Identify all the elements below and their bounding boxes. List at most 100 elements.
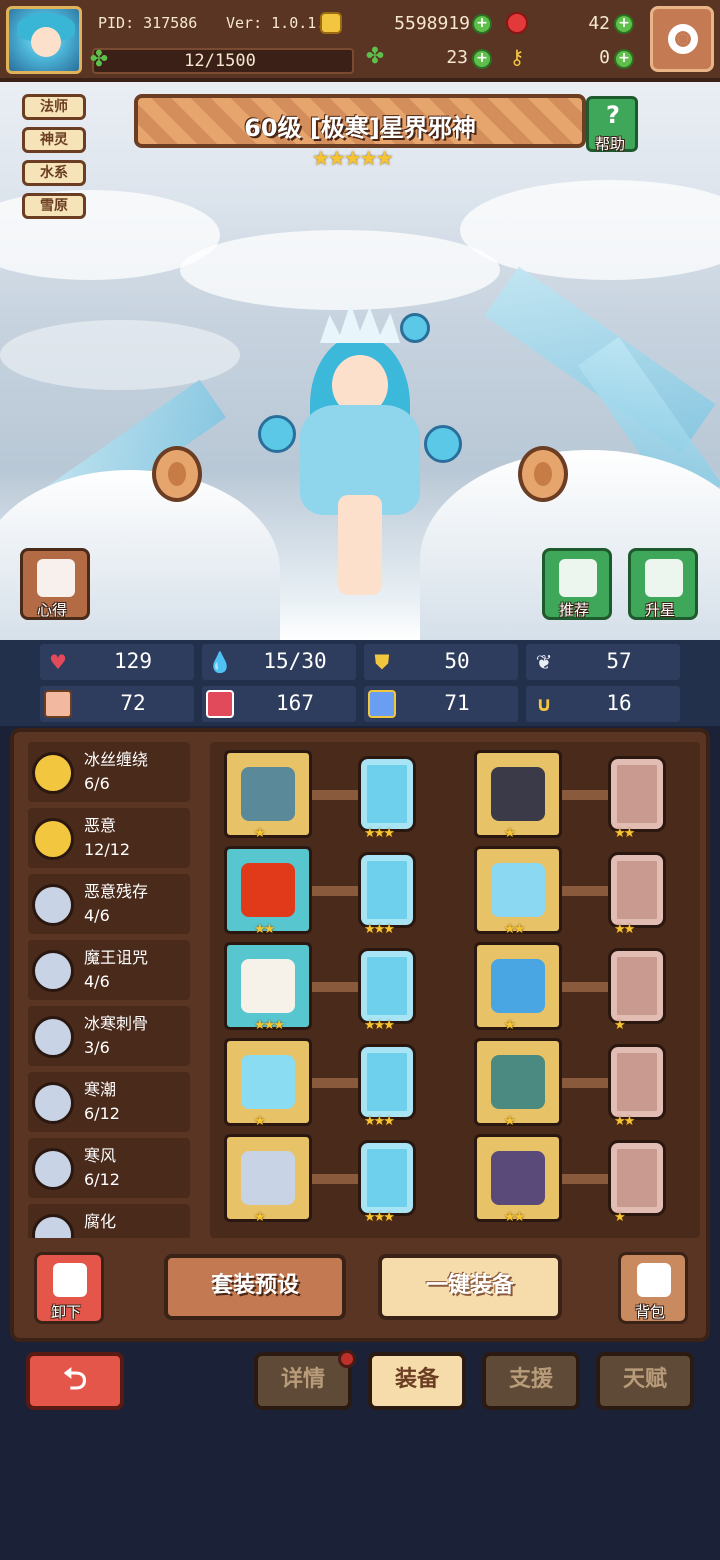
rune-star-rating: ★★ — [614, 922, 635, 937]
stat-mana: 💧 15/30 — [202, 644, 356, 680]
set-bonus-item[interactable]: 寒潮 6/12 — [28, 1072, 190, 1132]
wing-icon: ❦ — [535, 650, 553, 674]
cloud — [0, 320, 240, 390]
clover-icon: ✤ — [89, 47, 109, 72]
help-button[interactable]: ? 帮助 — [586, 96, 638, 153]
notebook-icon — [37, 559, 75, 597]
slot-connector — [562, 1174, 610, 1184]
set-emblem-icon — [32, 1082, 74, 1124]
equipment-slot[interactable] — [474, 1038, 562, 1126]
tag-region: 雪原 — [22, 193, 86, 219]
equipment-grid: ★ ★★★ ★ ★★ ★★ ★★★ ★★ ★★ ★★★ ★★★ ★ ★ ★ ★★★ ★ ★★ ★ ★★★ ★★ ★ — [210, 742, 700, 1238]
equipment-slot[interactable] — [224, 750, 312, 838]
fist-icon — [44, 690, 72, 718]
set-bonus-item[interactable]: 魔王诅咒 4/6 — [28, 940, 190, 1000]
stat-hp: ♥ 129 — [40, 644, 194, 680]
set-bonus-item[interactable]: 恶意残存 4/6 — [28, 874, 190, 934]
unequip-button[interactable]: 卸下 — [34, 1252, 104, 1324]
tab-label: 装备 — [394, 1367, 439, 1392]
player-id: PID: 317586 — [98, 14, 198, 32]
set-bonus-list[interactable]: 冰丝缠绕 6/6 恶意 12/12 恶意残存 4/6 魔王诅咒 4/6 冰寒刺骨 3/6 寒潮 6/1… — [28, 742, 204, 1238]
coin-icon — [320, 12, 342, 34]
item-star-rating: ★ — [504, 1018, 516, 1033]
stat-speed: ❦ 57 — [526, 644, 680, 680]
set-bonus-item[interactable]: 寒风 6/12 — [28, 1138, 190, 1198]
player-avatar[interactable] — [6, 6, 82, 74]
equipment-slot[interactable] — [224, 942, 312, 1030]
item-star-rating: ★★ — [254, 922, 275, 937]
add-clovers-button[interactable]: + — [472, 49, 492, 69]
scroll-icon — [368, 690, 396, 718]
rune-slot[interactable] — [608, 1044, 666, 1120]
rune-slot[interactable] — [358, 1044, 416, 1120]
add-coins-button[interactable]: + — [472, 14, 492, 34]
stat-defense: ⛊ 50 — [364, 644, 518, 680]
recommend-button[interactable]: 推荐 — [542, 548, 612, 620]
rune-slot[interactable] — [358, 1140, 416, 1216]
set-count: 3/6 — [84, 1038, 110, 1057]
slot-connector — [312, 1078, 360, 1088]
set-bonus-item[interactable]: 冰寒刺骨 3/6 — [28, 1006, 190, 1066]
set-count: 4/6 — [84, 906, 110, 925]
exp-text: 12/1500 — [184, 51, 256, 71]
left-shard-icon[interactable] — [152, 446, 202, 502]
tab-equipment[interactable]: 装备 — [368, 1352, 466, 1410]
rune-star-rating: ★★★ — [364, 1018, 395, 1033]
upgrade-star-button[interactable]: 升星 — [628, 548, 698, 620]
hero-character[interactable] — [250, 295, 470, 605]
equipment-slot[interactable] — [474, 750, 562, 838]
recommend-label: 推荐 — [559, 601, 590, 619]
equipment-slot[interactable] — [224, 1134, 312, 1222]
rune-star-rating: ★★★ — [364, 1114, 395, 1129]
clover-count: 23 — [446, 47, 468, 68]
heart-icon: ♥ — [49, 650, 67, 674]
set-bonus-item[interactable]: 冰丝缠绕 6/6 — [28, 742, 190, 802]
equipment-slot[interactable] — [474, 846, 562, 934]
tab-support[interactable]: 支援 — [482, 1352, 580, 1410]
set-preset-button[interactable]: 套装预设 — [164, 1254, 346, 1320]
stat-bar: ♥ 129 💧 15/30 ⛊ 50 ❦ 57 72 167 71 ∪ 16 — [0, 640, 720, 726]
backpack-button[interactable]: 背包 — [618, 1252, 688, 1324]
armor-icon — [491, 863, 545, 917]
tab-talent[interactable]: 天赋 — [596, 1352, 694, 1410]
equipment-slot[interactable] — [474, 1134, 562, 1222]
set-emblem-icon — [32, 1016, 74, 1058]
rune-slot[interactable] — [608, 756, 666, 832]
add-keys-button[interactable]: + — [614, 49, 634, 69]
rune-slot[interactable] — [608, 852, 666, 928]
rune-slot[interactable] — [358, 948, 416, 1024]
right-shard-icon[interactable] — [518, 446, 568, 502]
stat-resist: 71 — [364, 686, 518, 722]
rune-star-rating: ★★★ — [364, 922, 395, 937]
one-click-equip-button[interactable]: 一键装备 — [378, 1254, 562, 1320]
set-bonus-item[interactable]: 恶意 12/12 — [28, 808, 190, 868]
rune-star-rating: ★ — [614, 1210, 626, 1225]
helmet-icon — [491, 767, 545, 821]
hero-star-rating: ★★★★★ — [312, 146, 394, 170]
equipment-slot[interactable] — [474, 942, 562, 1030]
arrow-down-icon — [53, 1263, 87, 1297]
set-name: 魔王诅咒 — [84, 948, 149, 967]
set-bonus-item[interactable]: 腐化 — [28, 1204, 190, 1238]
add-gems-button[interactable]: + — [614, 14, 634, 34]
insight-button[interactable]: 心得 — [20, 548, 90, 620]
rune-slot[interactable] — [608, 948, 666, 1024]
rune-slot[interactable] — [608, 1140, 666, 1216]
game-version: Ver: 1.0.1.0 — [226, 14, 335, 32]
set-emblem-icon — [32, 950, 74, 992]
equipment-slot[interactable] — [224, 1038, 312, 1126]
rune-star-rating: ★★★ — [364, 826, 395, 841]
tab-details[interactable]: 详情 — [254, 1350, 356, 1410]
rune-slot[interactable] — [358, 756, 416, 832]
tab-label: 详情 — [280, 1367, 325, 1392]
equipment-slot[interactable] — [224, 846, 312, 934]
rune-slot[interactable] — [358, 852, 416, 928]
settings-button[interactable] — [650, 6, 714, 72]
back-button[interactable]: ⮌ — [26, 1352, 124, 1410]
rune-star-rating: ★★ — [614, 1114, 635, 1129]
slot-connector — [562, 982, 610, 992]
item-star-rating: ★ — [254, 826, 266, 841]
shield-icon: ⛊ — [374, 650, 390, 674]
set-emblem-icon — [32, 884, 74, 926]
item-star-rating: ★ — [254, 1210, 266, 1225]
